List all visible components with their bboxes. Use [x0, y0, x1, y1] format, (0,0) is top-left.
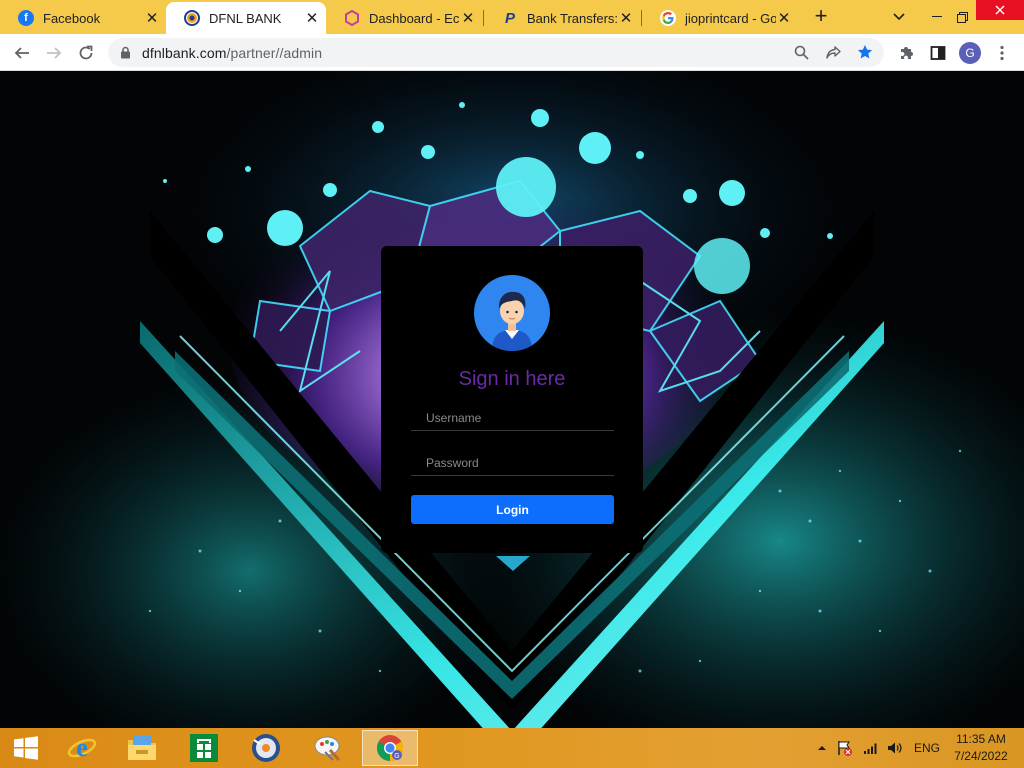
- tab-dfnl-bank[interactable]: DFNL BANK ✕: [166, 2, 326, 34]
- clock-time: 11:35 AM: [956, 732, 1006, 746]
- close-tab-icon[interactable]: ✕: [776, 10, 792, 27]
- tab-bank-transfers[interactable]: P Bank Transfers: Pa ✕: [484, 2, 640, 34]
- password-field-wrapper: [411, 450, 614, 476]
- windows-taskbar: e G ENG 11:35 AM 7/24/2022: [0, 728, 1024, 768]
- page-viewport: Sign in here Login: [0, 71, 1024, 728]
- svg-text:G: G: [394, 753, 399, 760]
- username-field-wrapper: [411, 405, 614, 431]
- forward-button[interactable]: [42, 41, 66, 65]
- close-tab-icon[interactable]: ✕: [618, 10, 634, 27]
- tab-dashboard[interactable]: Dashboard - Ecuz ✕: [326, 2, 482, 34]
- close-tab-icon[interactable]: ✕: [144, 10, 160, 27]
- url-text[interactable]: dfnlbank.com/partner//admin: [142, 45, 322, 61]
- login-button[interactable]: Login: [411, 495, 614, 524]
- volume-speaker-icon[interactable]: [884, 728, 906, 768]
- profile-avatar[interactable]: G: [959, 42, 981, 64]
- user-avatar-icon: [474, 275, 550, 351]
- close-tab-icon[interactable]: ✕: [460, 10, 476, 27]
- svg-text:e: e: [76, 733, 88, 762]
- close-window-button[interactable]: [976, 0, 1024, 20]
- new-tab-button[interactable]: +: [810, 5, 832, 28]
- card-pointer-triangle: [496, 556, 530, 571]
- action-center-flag-icon[interactable]: [834, 728, 856, 768]
- internet-explorer-icon[interactable]: e: [54, 730, 110, 766]
- zoom-search-icon[interactable]: [794, 45, 809, 65]
- tab-jioprintcard[interactable]: jioprintcard - Goo ✕: [642, 2, 798, 34]
- chrome-icon[interactable]: G: [362, 730, 418, 766]
- facebook-icon: f: [18, 10, 34, 26]
- dfnl-bank-icon: [184, 10, 200, 26]
- lock-icon[interactable]: [120, 46, 131, 64]
- login-card: Sign in here Login: [381, 246, 643, 553]
- show-hidden-icons-chevron[interactable]: [814, 728, 830, 768]
- paint-icon[interactable]: [300, 730, 356, 766]
- tab-label: Facebook: [43, 10, 101, 26]
- restore-button[interactable]: [950, 0, 974, 34]
- bookmark-star-icon[interactable]: [857, 44, 873, 65]
- windows-start-icon[interactable]: [0, 730, 52, 766]
- tab-label: Bank Transfers: Pa: [527, 10, 618, 26]
- username-input[interactable]: [411, 405, 614, 430]
- language-indicator[interactable]: ENG: [910, 728, 944, 768]
- menu-kebab-icon[interactable]: [990, 41, 1014, 65]
- browser-toolbar: dfnlbank.com/partner//admin G: [0, 34, 1024, 71]
- password-input[interactable]: [411, 450, 614, 475]
- network-signal-icon[interactable]: [860, 728, 882, 768]
- close-tab-icon[interactable]: ✕: [304, 10, 320, 27]
- back-button[interactable]: [10, 41, 34, 65]
- extensions-puzzle-icon[interactable]: [894, 41, 918, 65]
- reload-button[interactable]: [74, 41, 98, 65]
- address-bar[interactable]: dfnlbank.com/partner//admin: [108, 38, 884, 67]
- side-panel-icon[interactable]: [926, 41, 950, 65]
- media-player-icon[interactable]: [238, 730, 294, 766]
- url-host: dfnlbank.com: [142, 45, 227, 61]
- minimize-button[interactable]: [922, 0, 952, 34]
- paypal-icon: P: [504, 9, 515, 27]
- dashboard-hexagon-icon: [344, 10, 360, 26]
- file-explorer-icon[interactable]: [114, 730, 170, 766]
- signin-title: Sign in here: [458, 368, 566, 390]
- tab-search-chevron-icon[interactable]: [888, 0, 910, 34]
- tab-label: DFNL BANK: [209, 10, 282, 26]
- tab-label: Dashboard - Ecuz: [369, 10, 460, 26]
- taskbar-clock[interactable]: 11:35 AM 7/24/2022: [946, 731, 1016, 765]
- windows-store-icon[interactable]: [176, 730, 232, 766]
- tab-facebook[interactable]: f Facebook ✕: [0, 2, 166, 34]
- google-icon: [660, 10, 676, 26]
- tab-strip: f Facebook ✕ DFNL BANK ✕ Dashboard - Ecu…: [0, 0, 1024, 34]
- share-icon[interactable]: [826, 45, 842, 65]
- clock-date: 7/24/2022: [954, 749, 1008, 763]
- tab-label: jioprintcard - Goo: [685, 10, 776, 26]
- url-path: /partner//admin: [226, 45, 323, 61]
